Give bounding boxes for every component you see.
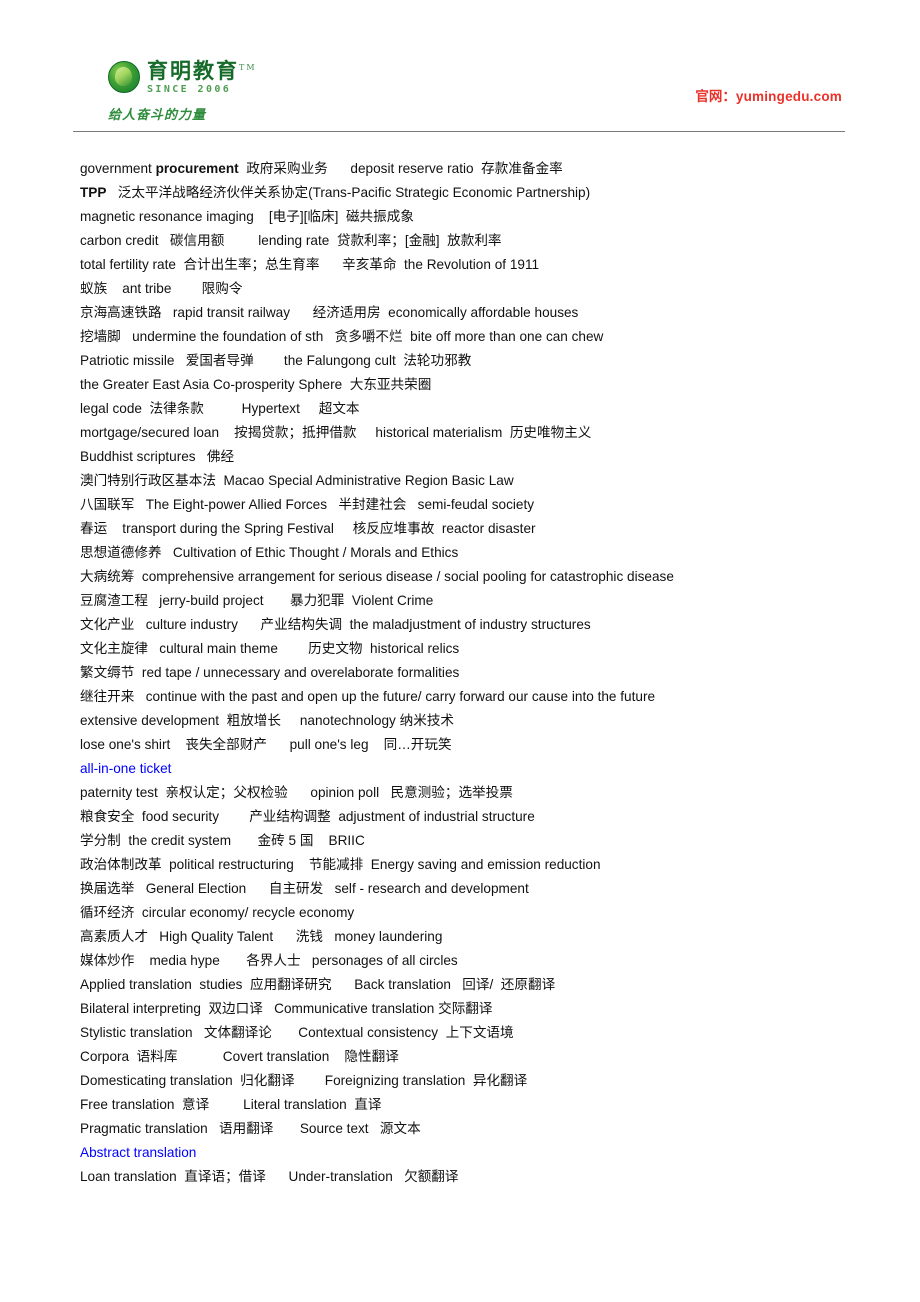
brand-logo: 育明教育TM SINCE 2006 给人奋斗的力量 bbox=[108, 60, 257, 123]
glossary-line: 高素质人才 High Quality Talent 洗钱 money laund… bbox=[80, 929, 443, 944]
brand-since: SINCE 2006 bbox=[147, 84, 232, 95]
site-url-text: yumingedu.com bbox=[735, 89, 842, 104]
glossary-line: 思想道德修养 Cultivation of Ethic Thought / Mo… bbox=[80, 545, 459, 560]
glossary-line: TPP 泛太平洋战略经济伙伴关系协定(Trans-Pacific Strateg… bbox=[80, 185, 591, 200]
glossary-line: 豆腐渣工程 jerry-build project 暴力犯罪 Violent C… bbox=[80, 593, 434, 608]
emphasised-term: TPP bbox=[80, 185, 107, 200]
glossary-line: carbon credit 碳信用额 lending rate 贷款利率；[金融… bbox=[80, 233, 502, 248]
brand-name-cn: 育明教育TM bbox=[147, 60, 257, 81]
glossary-line: 媒体炒作 media hype 各界人士 personages of all c… bbox=[80, 953, 458, 968]
page-header: 育明教育TM SINCE 2006 给人奋斗的力量 官网：yumingedu.c… bbox=[0, 0, 920, 132]
glossary-line: 学分制 the credit system 金砖 5 国 BRIIC bbox=[80, 833, 365, 848]
glossary-line: 京海高速铁路 rapid transit railway 经济适用房 econo… bbox=[80, 305, 579, 320]
official-site-url: 官网：yumingedu.com bbox=[695, 85, 842, 105]
glossary-line: lose one's shirt 丧失全部财产 pull one's leg 同… bbox=[80, 737, 452, 752]
glossary-line: 挖墙脚 undermine the foundation of sth 贪多嚼不… bbox=[80, 329, 604, 344]
glossary-line: 政治体制改革 political restructuring 节能减排 Ener… bbox=[80, 857, 601, 872]
logo-text-group: 育明教育TM SINCE 2006 bbox=[147, 60, 257, 95]
glossary-line: Corpora 语料库 Covert translation 隐性翻译 bbox=[80, 1049, 399, 1064]
glossary-line: 澳门特别行政区基本法 Macao Special Administrative … bbox=[80, 473, 514, 488]
glossary-line: Patriotic missile 爱国者导弹 the Falungong cu… bbox=[80, 353, 472, 368]
glossary-line: Loan translation 直译语；借译 Under-translatio… bbox=[80, 1169, 459, 1184]
glossary-line: Domesticating translation 归化翻译 Foreigniz… bbox=[80, 1073, 528, 1088]
header-divider bbox=[73, 131, 845, 132]
glossary-line: all-in-one ticket bbox=[80, 761, 172, 776]
glossary-line: magnetic resonance imaging [电子][临床] 磁共振成… bbox=[80, 209, 414, 224]
glossary-line: 循环经济 circular economy/ recycle economy bbox=[80, 905, 355, 920]
glossary-line: Pragmatic translation 语用翻译 Source text 源… bbox=[80, 1121, 421, 1136]
glossary-line: Applied translation studies 应用翻译研究 Back … bbox=[80, 977, 556, 992]
glossary-line: legal code 法律条款 Hypertext 超文本 bbox=[80, 401, 360, 416]
glossary-line: 粮食安全 food security 产业结构调整 adjustment of … bbox=[80, 809, 535, 824]
glossary-line: 文化主旋律 cultural main theme 历史文物 historica… bbox=[80, 641, 460, 656]
glossary-line: Buddhist scriptures 佛经 bbox=[80, 449, 235, 464]
glossary-line: 八国联军 The Eight-power Allied Forces 半封建社会… bbox=[80, 497, 535, 512]
glossary-line: 蚁族 ant tribe 限购令 bbox=[80, 281, 243, 296]
brand-name-text: 育明教育 bbox=[147, 58, 239, 83]
glossary-line: 继往开来 continue with the past and open up … bbox=[80, 689, 656, 704]
glossary-line: 春运 transport during the Spring Festival … bbox=[80, 521, 536, 536]
glossary-line: Abstract translation bbox=[80, 1145, 197, 1160]
glossary-line: Free translation 意译 Literal translation … bbox=[80, 1097, 382, 1112]
glossary-line: government procurement 政府采购业务 deposit re… bbox=[80, 161, 563, 176]
glossary-line: 大病统筹 comprehensive arrangement for serio… bbox=[80, 569, 674, 584]
glossary-line: 文化产业 culture industry 产业结构失调 the maladju… bbox=[80, 617, 591, 632]
glossary-line: paternity test 亲权认定；父权检验 opinion poll 民意… bbox=[80, 785, 513, 800]
trademark-icon: TM bbox=[239, 63, 257, 72]
site-label: 官网： bbox=[695, 89, 736, 104]
glossary-line: mortgage/secured loan 按揭贷款；抵押借款 historic… bbox=[80, 425, 592, 440]
glossary-line: Bilateral interpreting 双边口译 Communicativ… bbox=[80, 1001, 493, 1016]
glossary-line: the Greater East Asia Co-prosperity Sphe… bbox=[80, 377, 432, 392]
logo-badge-icon bbox=[108, 61, 140, 93]
emphasised-term: procurement bbox=[155, 161, 239, 176]
glossary-line: 换届选举 General Election 自主研发 self - resear… bbox=[80, 881, 529, 896]
glossary-line: extensive development 粗放增长 nanotechnolog… bbox=[80, 713, 455, 728]
glossary-line: total fertility rate 合计出生率；总生育率 辛亥革命 the… bbox=[80, 257, 540, 272]
document-body: government procurement 政府采购业务 deposit re… bbox=[80, 157, 870, 1189]
brand-slogan: 给人奋斗的力量 bbox=[108, 108, 207, 123]
glossary-line: Stylistic translation 文体翻译论 Contextual c… bbox=[80, 1025, 514, 1040]
glossary-line: 繁文缛节 red tape / unnecessary and overelab… bbox=[80, 665, 460, 680]
